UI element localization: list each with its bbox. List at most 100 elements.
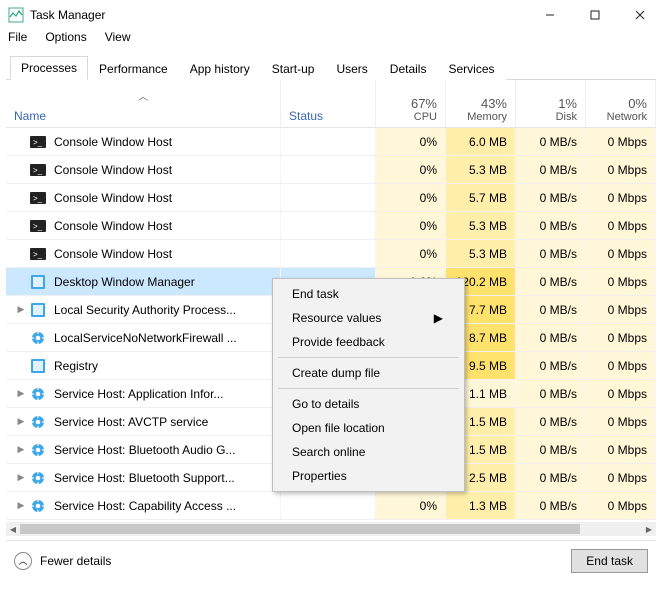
menu-options[interactable]: Options [45, 30, 86, 50]
process-name: Console Window Host [54, 219, 172, 233]
cell-disk: 0 MB/s [516, 240, 586, 267]
cell-status [281, 156, 376, 183]
process-name: Registry [54, 359, 98, 373]
cell-cpu: 0% [376, 184, 446, 211]
ctx-create-dump[interactable]: Create dump file [276, 361, 461, 385]
cell-cpu: 0% [376, 128, 446, 155]
scroll-left-icon[interactable]: ◀ [6, 522, 20, 536]
expand-icon[interactable]: ▶ [14, 472, 28, 483]
table-row[interactable]: >_Console Window Host0%5.7 MB0 MB/s0 Mbp… [6, 184, 656, 212]
process-icon [30, 414, 46, 430]
cell-name: ▶Service Host: Bluetooth Support... [6, 464, 281, 491]
expand-icon[interactable]: ▶ [14, 416, 28, 427]
header-network[interactable]: 0% Network [586, 80, 656, 127]
process-icon [30, 330, 46, 346]
ctx-search-online[interactable]: Search online [276, 440, 461, 464]
cell-disk: 0 MB/s [516, 436, 586, 463]
cell-network: 0 Mbps [586, 156, 656, 183]
process-name: LocalServiceNoNetworkFirewall ... [54, 331, 237, 345]
sort-indicator-icon: ︿ [14, 88, 272, 103]
process-name: Local Security Authority Process... [54, 303, 236, 317]
task-manager-icon [8, 7, 24, 23]
expand-icon[interactable]: ▶ [14, 500, 28, 511]
cell-disk: 0 MB/s [516, 380, 586, 407]
cell-disk: 0 MB/s [516, 156, 586, 183]
tab-details[interactable]: Details [379, 57, 438, 80]
cell-network: 0 Mbps [586, 436, 656, 463]
end-task-button[interactable]: End task [571, 549, 648, 573]
cell-name: ▶ Service Host: Capability Access ... [6, 492, 281, 519]
header-disk[interactable]: 1% Disk [516, 80, 586, 127]
cell-disk: 0 MB/s [516, 464, 586, 491]
tab-startup[interactable]: Start-up [261, 57, 326, 80]
fewer-details-button[interactable]: ︿ Fewer details [14, 552, 111, 570]
cell-disk: 0 MB/s [516, 128, 586, 155]
process-name: Console Window Host [54, 247, 172, 261]
cell-network: 0 Mbps [586, 212, 656, 239]
tab-bar: Processes Performance App history Start-… [6, 54, 656, 80]
tab-users[interactable]: Users [325, 57, 378, 80]
tab-processes[interactable]: Processes [10, 56, 88, 80]
header-status[interactable]: Status [281, 80, 376, 127]
expand-icon[interactable]: ▶ [14, 388, 28, 399]
table-row[interactable]: >_Console Window Host0%5.3 MB0 MB/s0 Mbp… [6, 212, 656, 240]
tab-services[interactable]: Services [437, 57, 505, 80]
horizontal-scrollbar[interactable]: ◀ ▶ [6, 522, 656, 536]
ctx-provide-feedback[interactable]: Provide feedback [276, 330, 461, 354]
tab-app-history[interactable]: App history [179, 57, 261, 80]
process-name: Console Window Host [54, 163, 172, 177]
menu-file[interactable]: File [8, 30, 27, 50]
scroll-track[interactable] [20, 522, 642, 536]
close-button[interactable] [617, 0, 662, 30]
cell-cpu: 0% [376, 212, 446, 239]
ctx-open-location[interactable]: Open file location [276, 416, 461, 440]
cell-name: >_Console Window Host [6, 240, 281, 267]
tab-performance[interactable]: Performance [88, 57, 179, 80]
expand-icon[interactable]: ▶ [14, 444, 28, 455]
cell-disk: 0 MB/s [516, 268, 586, 295]
cell-disk: 0 MB/s [516, 492, 586, 519]
header-memory[interactable]: 43% Memory [446, 80, 516, 127]
table-row[interactable]: >_Console Window Host0%5.3 MB0 MB/s0 Mbp… [6, 156, 656, 184]
header-cpu[interactable]: 67% CPU [376, 80, 446, 127]
process-name: Service Host: Bluetooth Audio G... [54, 443, 235, 457]
svg-text:>_: >_ [33, 138, 43, 147]
process-icon [30, 302, 46, 318]
process-icon: >_ [30, 162, 46, 178]
cell-disk: 0 MB/s [516, 408, 586, 435]
scroll-thumb[interactable] [20, 524, 580, 534]
window-title: Task Manager [30, 8, 527, 22]
process-icon [30, 498, 46, 514]
cell-disk: 0 MB/s [516, 184, 586, 211]
footer-bar: ︿ Fewer details End task [6, 540, 656, 580]
header-name[interactable]: ︿ Name [6, 80, 281, 127]
svg-text:>_: >_ [33, 166, 43, 175]
menu-view[interactable]: View [105, 30, 131, 50]
cell-memory: 5.3 MB [446, 212, 516, 239]
process-name: Service Host: Capability Access ... [54, 499, 236, 513]
cell-network: 0 Mbps [586, 268, 656, 295]
ctx-end-task[interactable]: End task [276, 282, 461, 306]
process-icon [30, 442, 46, 458]
table-row[interactable]: >_Console Window Host0%5.3 MB0 MB/s0 Mbp… [6, 240, 656, 268]
cell-memory: 5.3 MB [446, 156, 516, 183]
process-icon [30, 470, 46, 486]
cell-network: 0 Mbps [586, 380, 656, 407]
ctx-resource-values[interactable]: Resource values▶ [276, 306, 461, 330]
process-name: Desktop Window Manager [54, 275, 195, 289]
cell-name: ▶Service Host: AVCTP service [6, 408, 281, 435]
maximize-button[interactable] [572, 0, 617, 30]
scroll-right-icon[interactable]: ▶ [642, 522, 656, 536]
expand-icon[interactable]: ▶ [14, 304, 28, 315]
ctx-go-details[interactable]: Go to details [276, 392, 461, 416]
minimize-button[interactable] [527, 0, 572, 30]
cell-network: 0 Mbps [586, 464, 656, 491]
title-bar: Task Manager [0, 0, 662, 30]
table-row[interactable]: ▶Service Host: Capability Access ...0%1.… [6, 492, 656, 520]
cell-name: Desktop Window Manager [6, 268, 281, 295]
cell-name: ▶Service Host: Application Infor... [6, 380, 281, 407]
cell-disk: 0 MB/s [516, 352, 586, 379]
ctx-properties[interactable]: Properties [276, 464, 461, 488]
table-row[interactable]: >_Console Window Host0%6.0 MB0 MB/s0 Mbp… [6, 128, 656, 156]
cell-network: 0 Mbps [586, 492, 656, 519]
